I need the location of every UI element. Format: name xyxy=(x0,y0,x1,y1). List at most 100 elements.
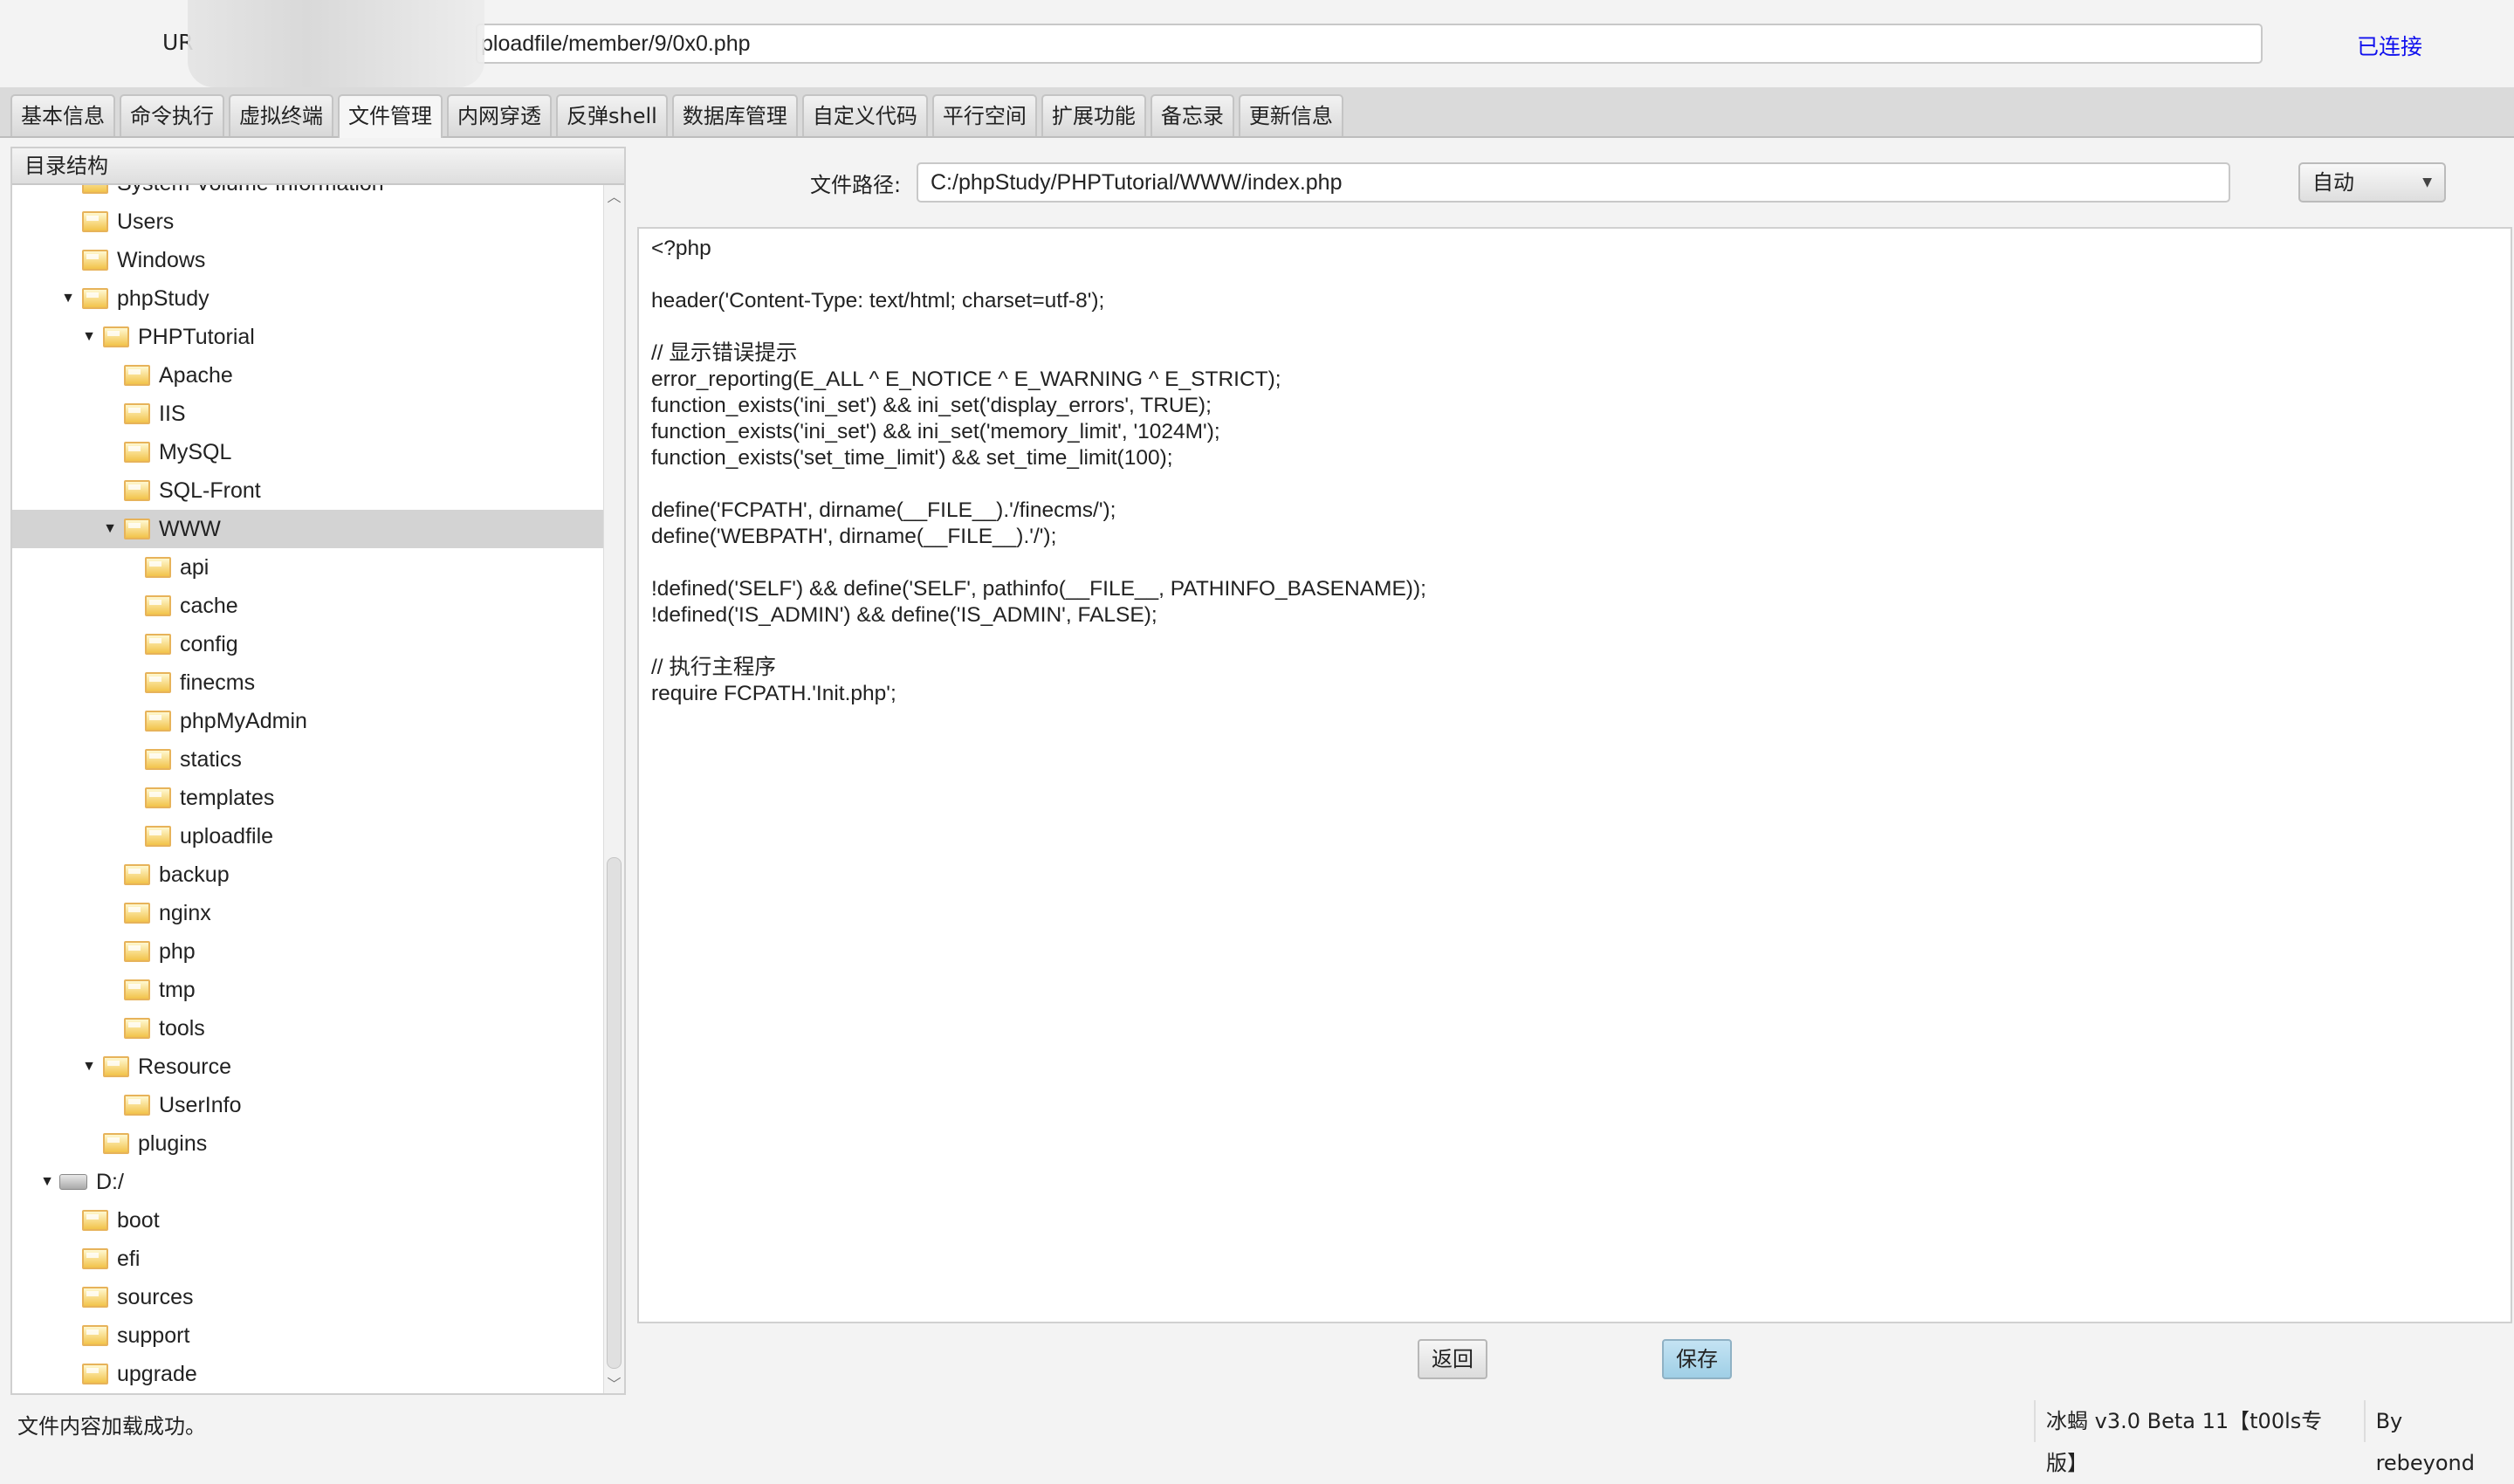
tree-item[interactable]: support xyxy=(12,1316,606,1355)
tree-item-label: Users xyxy=(117,209,175,234)
folder-icon xyxy=(145,826,171,847)
url-input[interactable]: ploadfile/member/9/0x0.php xyxy=(476,24,2263,64)
tab-8[interactable]: 平行空间 xyxy=(931,94,1037,136)
expand-triangle-icon[interactable]: ▼ xyxy=(79,1059,100,1075)
tree-item[interactable]: plugins xyxy=(12,1124,606,1163)
tree-item-label: tmp xyxy=(159,977,196,1002)
code-line: function_exists('ini_set') && ini_set('d… xyxy=(651,394,1212,417)
tree-item-label: SQL-Front xyxy=(159,477,261,503)
tree-item[interactable]: IIS xyxy=(12,395,606,433)
tree-item[interactable]: Users xyxy=(12,203,606,241)
tree-scrollbar[interactable]: ︿ ﹀ xyxy=(603,185,624,1393)
tree-item-label: templates xyxy=(180,785,275,810)
tab-11[interactable]: 更新信息 xyxy=(1238,94,1343,136)
tree-item[interactable]: UserInfo xyxy=(12,1086,606,1124)
code-line: <?php xyxy=(651,237,711,260)
tree-item[interactable]: sources xyxy=(12,1278,606,1316)
code-line: !defined('SELF') && define('SELF', pathi… xyxy=(651,577,1426,601)
redacted-region xyxy=(188,0,484,87)
tree-item[interactable]: php xyxy=(12,932,606,971)
tab-0[interactable]: 基本信息 xyxy=(10,94,115,136)
tree-item[interactable]: efi xyxy=(12,1240,606,1278)
tree-item[interactable]: Windows xyxy=(12,241,606,279)
tree-item[interactable]: ▼ PHPTutorial xyxy=(12,318,606,356)
tree-item[interactable]: phpMyAdmin xyxy=(12,702,606,740)
code-line: // 显示错误提示 xyxy=(651,341,798,365)
tree-item[interactable]: tmp xyxy=(12,971,606,1009)
tree-item-label: Windows xyxy=(117,247,206,272)
expand-triangle-icon[interactable]: ▼ xyxy=(58,291,79,306)
folder-icon xyxy=(103,1133,129,1154)
folder-icon xyxy=(82,1248,108,1269)
tree-item[interactable]: config xyxy=(12,625,606,663)
tree-item[interactable]: tools xyxy=(12,1009,606,1048)
encoding-select[interactable]: 自动 ▼ xyxy=(2298,162,2446,203)
drive-icon xyxy=(59,1174,87,1190)
tree-item-label: backup xyxy=(159,862,230,887)
tree-item-label: UserInfo xyxy=(159,1092,242,1117)
tree-item[interactable]: SQL-Front xyxy=(12,471,606,510)
scroll-up-icon[interactable]: ︿ xyxy=(604,185,624,206)
code-editor[interactable]: <?php header('Content-Type: text/html; ch… xyxy=(637,227,2512,1323)
expand-triangle-icon[interactable]: ▼ xyxy=(100,521,120,537)
tree-item-label: plugins xyxy=(138,1130,208,1156)
tab-3[interactable]: 文件管理 xyxy=(338,94,443,138)
folder-icon xyxy=(82,1210,108,1231)
tree-item[interactable]: ▼ Resource xyxy=(12,1048,606,1086)
tree-item-label: nginx xyxy=(159,900,211,925)
status-info: 冰蝎 v3.0 Beta 11【t00ls专版】 By rebeyond xyxy=(2034,1400,2514,1475)
folder-icon xyxy=(145,672,171,693)
folder-icon xyxy=(124,480,150,501)
tree-item[interactable]: ▼ WWW xyxy=(12,510,606,548)
tree-item[interactable]: ▼ D:/ xyxy=(12,1163,606,1201)
tree-item[interactable]: templates xyxy=(12,779,606,817)
tree-item-label: statics xyxy=(180,746,242,772)
tab-7[interactable]: 自定义代码 xyxy=(801,94,928,136)
scroll-down-icon[interactable]: ﹀ xyxy=(604,1372,624,1393)
save-button[interactable]: 保存 xyxy=(1662,1339,1732,1379)
tab-6[interactable]: 数据库管理 xyxy=(671,94,798,136)
tree-item-label: cache xyxy=(180,593,238,618)
tree-item[interactable]: statics xyxy=(12,740,606,779)
connection-status: 已连接 xyxy=(2357,34,2423,59)
folder-icon xyxy=(103,1056,129,1077)
tab-1[interactable]: 命令执行 xyxy=(120,94,224,136)
tree-item[interactable]: boot xyxy=(12,1201,606,1240)
tab-10[interactable]: 备忘录 xyxy=(1150,94,1234,136)
tree-item-label: PHPTutorial xyxy=(138,324,255,349)
folder-icon xyxy=(124,1018,150,1039)
tree-item-label: config xyxy=(180,631,238,656)
tab-2[interactable]: 虚拟终端 xyxy=(229,94,333,136)
folder-icon xyxy=(145,787,171,808)
scrollbar-thumb[interactable] xyxy=(607,857,622,1369)
tab-4[interactable]: 内网穿透 xyxy=(447,94,552,136)
encoding-value: 自动 xyxy=(2312,170,2354,195)
version-label: 冰蝎 v3.0 Beta 11【t00ls专版】 xyxy=(2034,1400,2364,1475)
tree-item[interactable]: finecms xyxy=(12,663,606,702)
tree-item[interactable]: backup xyxy=(12,855,606,894)
expand-triangle-icon[interactable]: ▼ xyxy=(37,1174,58,1190)
tree-item[interactable]: uploadfile xyxy=(12,817,606,855)
file-path-input[interactable]: C:/phpStudy/PHPTutorial/WWW/index.php xyxy=(917,162,2230,203)
tree-item-label: uploadfile xyxy=(180,823,274,848)
tree-item-label: MySQL xyxy=(159,439,232,464)
tree-item[interactable]: Apache xyxy=(12,356,606,395)
tree-item[interactable]: MySQL xyxy=(12,433,606,471)
folder-icon xyxy=(124,442,150,463)
tree-item[interactable]: cache xyxy=(12,587,606,625)
code-line: define('FCPATH', dirname(__FILE__).'/fin… xyxy=(651,498,1116,522)
tree-item-label: tools xyxy=(159,1015,205,1041)
expand-triangle-icon[interactable]: ▼ xyxy=(79,329,100,345)
tree-item[interactable]: api xyxy=(12,548,606,587)
tab-9[interactable]: 扩展功能 xyxy=(1041,94,1146,136)
tree-item-label: WWW xyxy=(159,516,221,541)
tab-5[interactable]: 反弹shell xyxy=(556,94,668,136)
back-button[interactable]: 返回 xyxy=(1418,1339,1487,1379)
tree-item[interactable]: nginx xyxy=(12,894,606,932)
folder-icon xyxy=(124,1095,150,1116)
tree-item[interactable]: upgrade xyxy=(12,1355,606,1393)
tree-item[interactable]: ▼ phpStudy xyxy=(12,279,606,318)
tree-item-label: sources xyxy=(117,1284,194,1309)
tree-item-label: D:/ xyxy=(96,1169,124,1194)
